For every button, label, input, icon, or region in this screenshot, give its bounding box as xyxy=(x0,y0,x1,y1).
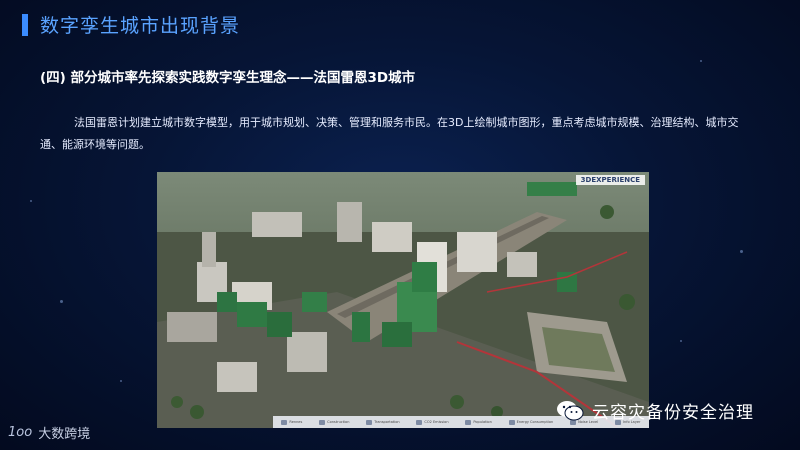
logo-mark: 1oo xyxy=(8,425,33,440)
body-paragraph: 法国雷恩计划建立城市数字模型，用于城市规划、决策、管理和服务市民。在3D上绘制城… xyxy=(40,116,739,151)
layer-icon xyxy=(508,419,515,425)
toolbar-item-population[interactable]: Population xyxy=(465,419,492,425)
logo-text: 大数跨境 xyxy=(38,427,91,442)
layer-icon xyxy=(416,419,423,425)
layer-icon xyxy=(281,419,288,425)
wechat-icon xyxy=(557,400,584,420)
toolbar-item-label: Energy Consumption xyxy=(516,420,554,424)
toolbar-item-label: CO2 Emission xyxy=(424,420,449,424)
title-accent-bar xyxy=(22,14,28,36)
toolbar-item-transportation[interactable]: Transportation xyxy=(366,419,400,425)
toolbar-item-label: Construction xyxy=(327,420,350,424)
wechat-account-watermark: 云容灾备份安全治理 xyxy=(556,398,754,423)
toolbar-item-label: Population xyxy=(473,420,492,424)
city-3d-render xyxy=(157,172,649,428)
toolbar-item-co2-emission[interactable]: CO2 Emission xyxy=(416,419,449,425)
3dexperience-brand-label: 3DEXPERIENCE xyxy=(575,175,645,185)
toolbar-item-label: Transportation xyxy=(374,420,400,424)
background-star xyxy=(680,340,682,342)
layer-icon xyxy=(465,419,472,425)
wechat-account-name: 云容灾备份安全治理 xyxy=(592,403,754,423)
city-3d-scene-image: 3DEXPERIENCE Rennes Construction Transpo… xyxy=(157,172,649,428)
toolbar-item-rennes[interactable]: Rennes xyxy=(281,419,303,425)
background-star xyxy=(60,300,63,303)
layer-icon xyxy=(366,419,373,425)
background-star xyxy=(30,200,32,202)
background-star xyxy=(120,380,122,382)
background-star xyxy=(740,250,743,253)
section-subtitle: (四) 部分城市率先探索实践数字孪生理念——法国雷恩3D城市 xyxy=(40,70,416,86)
page-title: 数字孪生城市出现背景 xyxy=(40,15,241,37)
layer-icon xyxy=(319,419,326,425)
toolbar-item-energy[interactable]: Energy Consumption xyxy=(508,419,554,425)
brand-logo: 1oo 大数跨境 xyxy=(8,423,90,442)
background-star xyxy=(700,60,702,62)
toolbar-item-construction[interactable]: Construction xyxy=(319,419,350,425)
toolbar-item-label: Rennes xyxy=(289,420,303,424)
